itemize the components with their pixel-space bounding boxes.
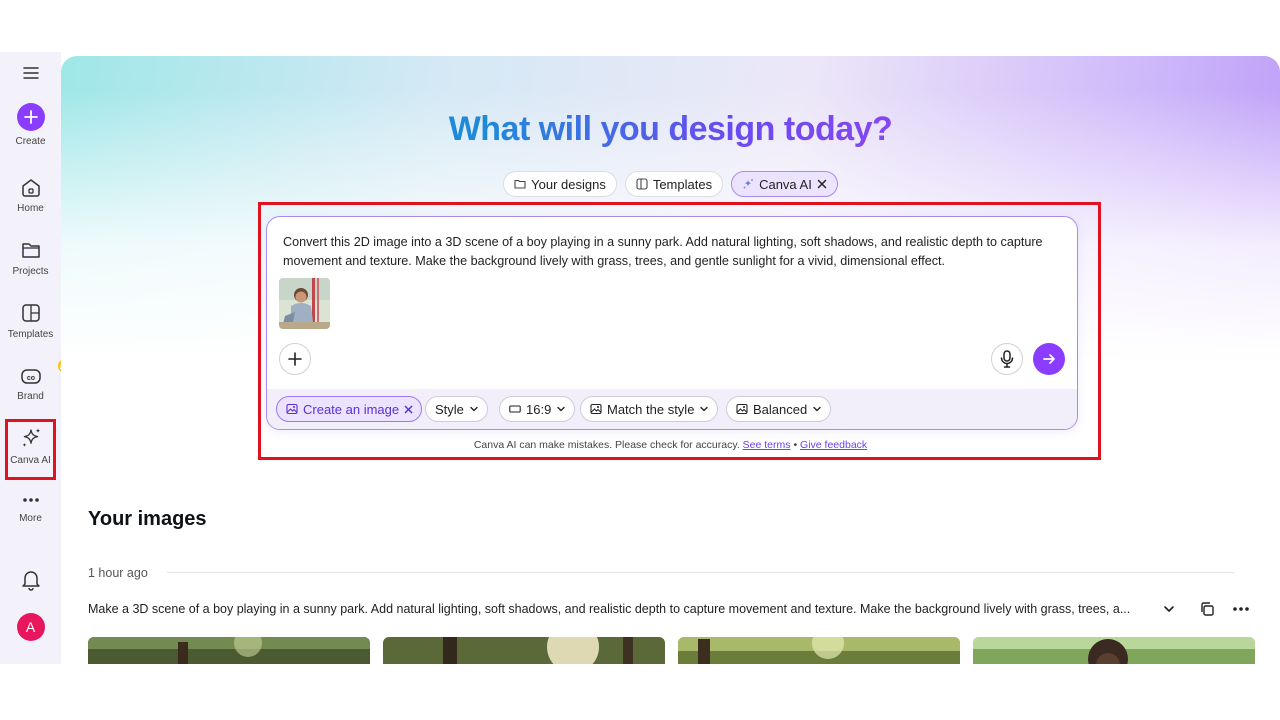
prompt-input[interactable]: Convert this 2D image into a 3D scene of… [283,233,1068,271]
tab-canva-ai[interactable]: Canva AI [731,171,838,197]
arrow-right-icon [1043,354,1055,364]
generated-image-2[interactable] [383,637,665,664]
style-dropdown[interactable]: Style [425,396,488,422]
sparkle-icon [22,428,40,447]
chevron-down-icon [1164,606,1174,612]
chip-label: Balanced [753,401,808,417]
add-attachment-button[interactable] [279,343,311,375]
microphone-icon [1000,350,1014,368]
chip-label: Create an image [303,401,400,417]
hero-tabs: Your designs Templates Canva AI [61,171,1280,197]
create-image-chip[interactable]: Create an image [276,396,423,422]
generated-image-3[interactable] [678,637,960,664]
sparkle-icon [743,179,753,189]
disclaimer-separator: • [793,439,798,451]
tab-label: Your designs [531,176,606,192]
section-title: Your images [88,508,207,530]
aspect-ratio-icon [509,405,521,413]
sidebar-item-label: More [19,513,42,524]
sidebar-item-label: Brand [17,391,44,402]
quality-dropdown[interactable]: Balanced [726,396,832,422]
tab-label: Templates [652,176,713,192]
chip-label: Style [435,401,464,417]
timestamp: 1 hour ago [88,566,148,580]
more-dots-icon [1233,607,1249,611]
home-icon [21,179,40,197]
sidebar-item-label: Canva AI [10,455,51,466]
sidebar-item-templates[interactable]: Templates [0,302,61,340]
templates-icon [21,304,40,322]
chevron-down-icon [557,406,566,412]
see-terms-link[interactable]: See terms [743,439,791,451]
close-icon[interactable] [817,179,827,189]
tab-templates[interactable]: Templates [624,171,724,197]
svg-text:co: co [26,375,34,382]
account-button[interactable]: A [0,613,61,641]
folder-icon [21,243,40,258]
image-icon [736,403,748,415]
sidebar-item-label: Create [15,136,46,147]
chip-label: Match the style [607,401,695,417]
ai-disclaimer: Canva AI can make mistakes. Please check… [61,439,1280,451]
chip-label: 16:9 [526,401,552,417]
divider [167,572,1234,573]
prompt-box[interactable]: Convert this 2D image into a 3D scene of… [266,216,1078,430]
sidebar-item-create[interactable]: Create [0,103,61,147]
generated-image-4[interactable] [973,637,1255,664]
voice-input-button[interactable] [991,343,1023,375]
sidebar: Create Home Projects Templates co Brand [0,52,72,664]
tab-your-designs[interactable]: Your designs [503,171,617,197]
hamburger-icon [22,67,39,79]
prompt-options-bar: Create an image Style 16:9 Match the sty… [267,389,1077,429]
submit-button[interactable] [1033,343,1065,375]
give-feedback-link[interactable]: Give feedback [800,439,867,451]
sidebar-item-canva-ai[interactable]: Canva AI [0,426,61,466]
brand-icon: co [20,369,41,384]
expand-button[interactable] [1162,602,1176,621]
attached-image-thumbnail[interactable] [279,278,330,329]
templates-icon [636,178,648,190]
page-title: What will you design today? [61,110,1280,149]
more-options-button[interactable] [1232,602,1250,621]
more-dots-icon [22,498,39,502]
tab-label: Canva AI [759,176,812,192]
sidebar-item-more[interactable]: More [0,492,61,524]
plus-icon [16,103,45,131]
notifications-button[interactable] [0,569,61,591]
generation-prompt: Make a 3D scene of a boy playing in a su… [88,602,1131,616]
image-icon [286,403,298,415]
sidebar-item-label: Projects [12,266,49,277]
chevron-down-icon [700,406,709,412]
chevron-down-icon [813,406,821,412]
copy-prompt-button[interactable] [1199,601,1215,622]
sidebar-item-label: Templates [7,329,54,340]
image-icon [590,403,602,415]
plus-icon [288,352,302,366]
generated-image-1[interactable] [88,637,370,664]
sidebar-item-home[interactable]: Home [0,176,61,214]
aspect-ratio-dropdown[interactable]: 16:9 [499,396,576,422]
chevron-down-icon [470,406,478,412]
sidebar-item-projects[interactable]: Projects [0,239,61,277]
sidebar-item-label: Home [17,203,44,214]
avatar: A [16,613,45,641]
match-style-dropdown[interactable]: Match the style [580,396,719,422]
folder-icon [514,179,526,189]
sidebar-item-brand[interactable]: co Brand [0,359,72,402]
menu-button[interactable] [0,66,61,80]
copy-icon [1201,602,1214,616]
bell-icon [21,571,40,591]
close-icon[interactable] [404,405,413,414]
canva-app: Create Home Projects Templates co Brand [0,52,1280,664]
disclaimer-text: Canva AI can make mistakes. Please check… [473,439,740,451]
main-content: What will you design today? Your designs… [61,52,1280,664]
